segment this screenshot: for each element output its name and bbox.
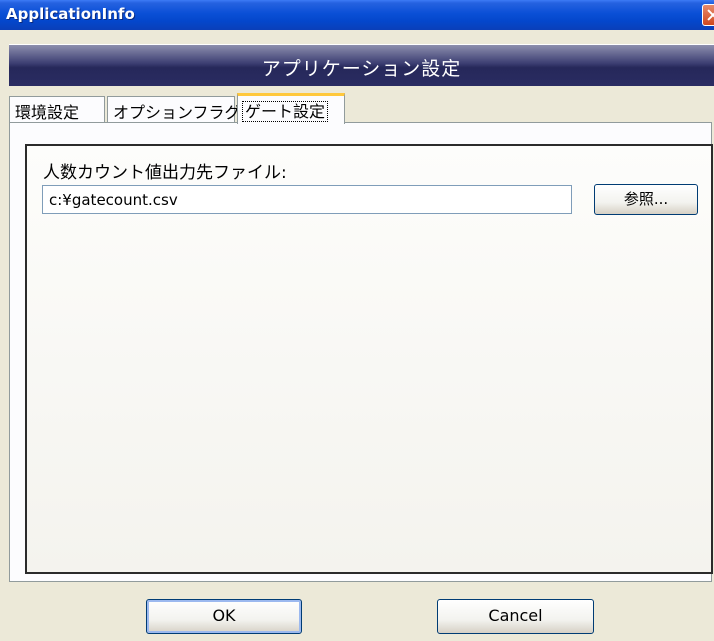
tab-label: オプションフラグ <box>113 103 241 122</box>
ok-button[interactable]: OK <box>146 599 302 634</box>
output-file-path-input[interactable] <box>42 185 572 214</box>
output-file-label: 人数カウント値出力先ファイル: <box>43 163 287 183</box>
application-info-window: ApplicationInfo アプリケーション設定 環境設定 オプションフラグ… <box>0 0 714 641</box>
tab-option-flags[interactable]: オプションフラグ <box>107 96 241 122</box>
gate-settings-group: 人数カウント値出力先ファイル: 参照... <box>25 144 713 574</box>
close-button[interactable] <box>702 4 714 26</box>
tab-label: ゲート設定 <box>241 101 329 122</box>
tab-gate-settings[interactable]: ゲート設定 <box>237 93 345 124</box>
tab-label: 環境設定 <box>15 103 80 122</box>
header-title: アプリケーション設定 <box>261 58 462 80</box>
tab-panel-gate-settings: 人数カウント値出力先ファイル: 参照... <box>9 122 713 582</box>
window-title: ApplicationInfo <box>6 5 135 23</box>
tab-environment-settings[interactable]: 環境設定 <box>9 96 105 122</box>
browse-button[interactable]: 参照... <box>594 184 698 215</box>
title-bar[interactable]: ApplicationInfo <box>0 0 714 30</box>
header-banner: アプリケーション設定 <box>9 44 714 86</box>
cancel-button[interactable]: Cancel <box>437 599 594 634</box>
